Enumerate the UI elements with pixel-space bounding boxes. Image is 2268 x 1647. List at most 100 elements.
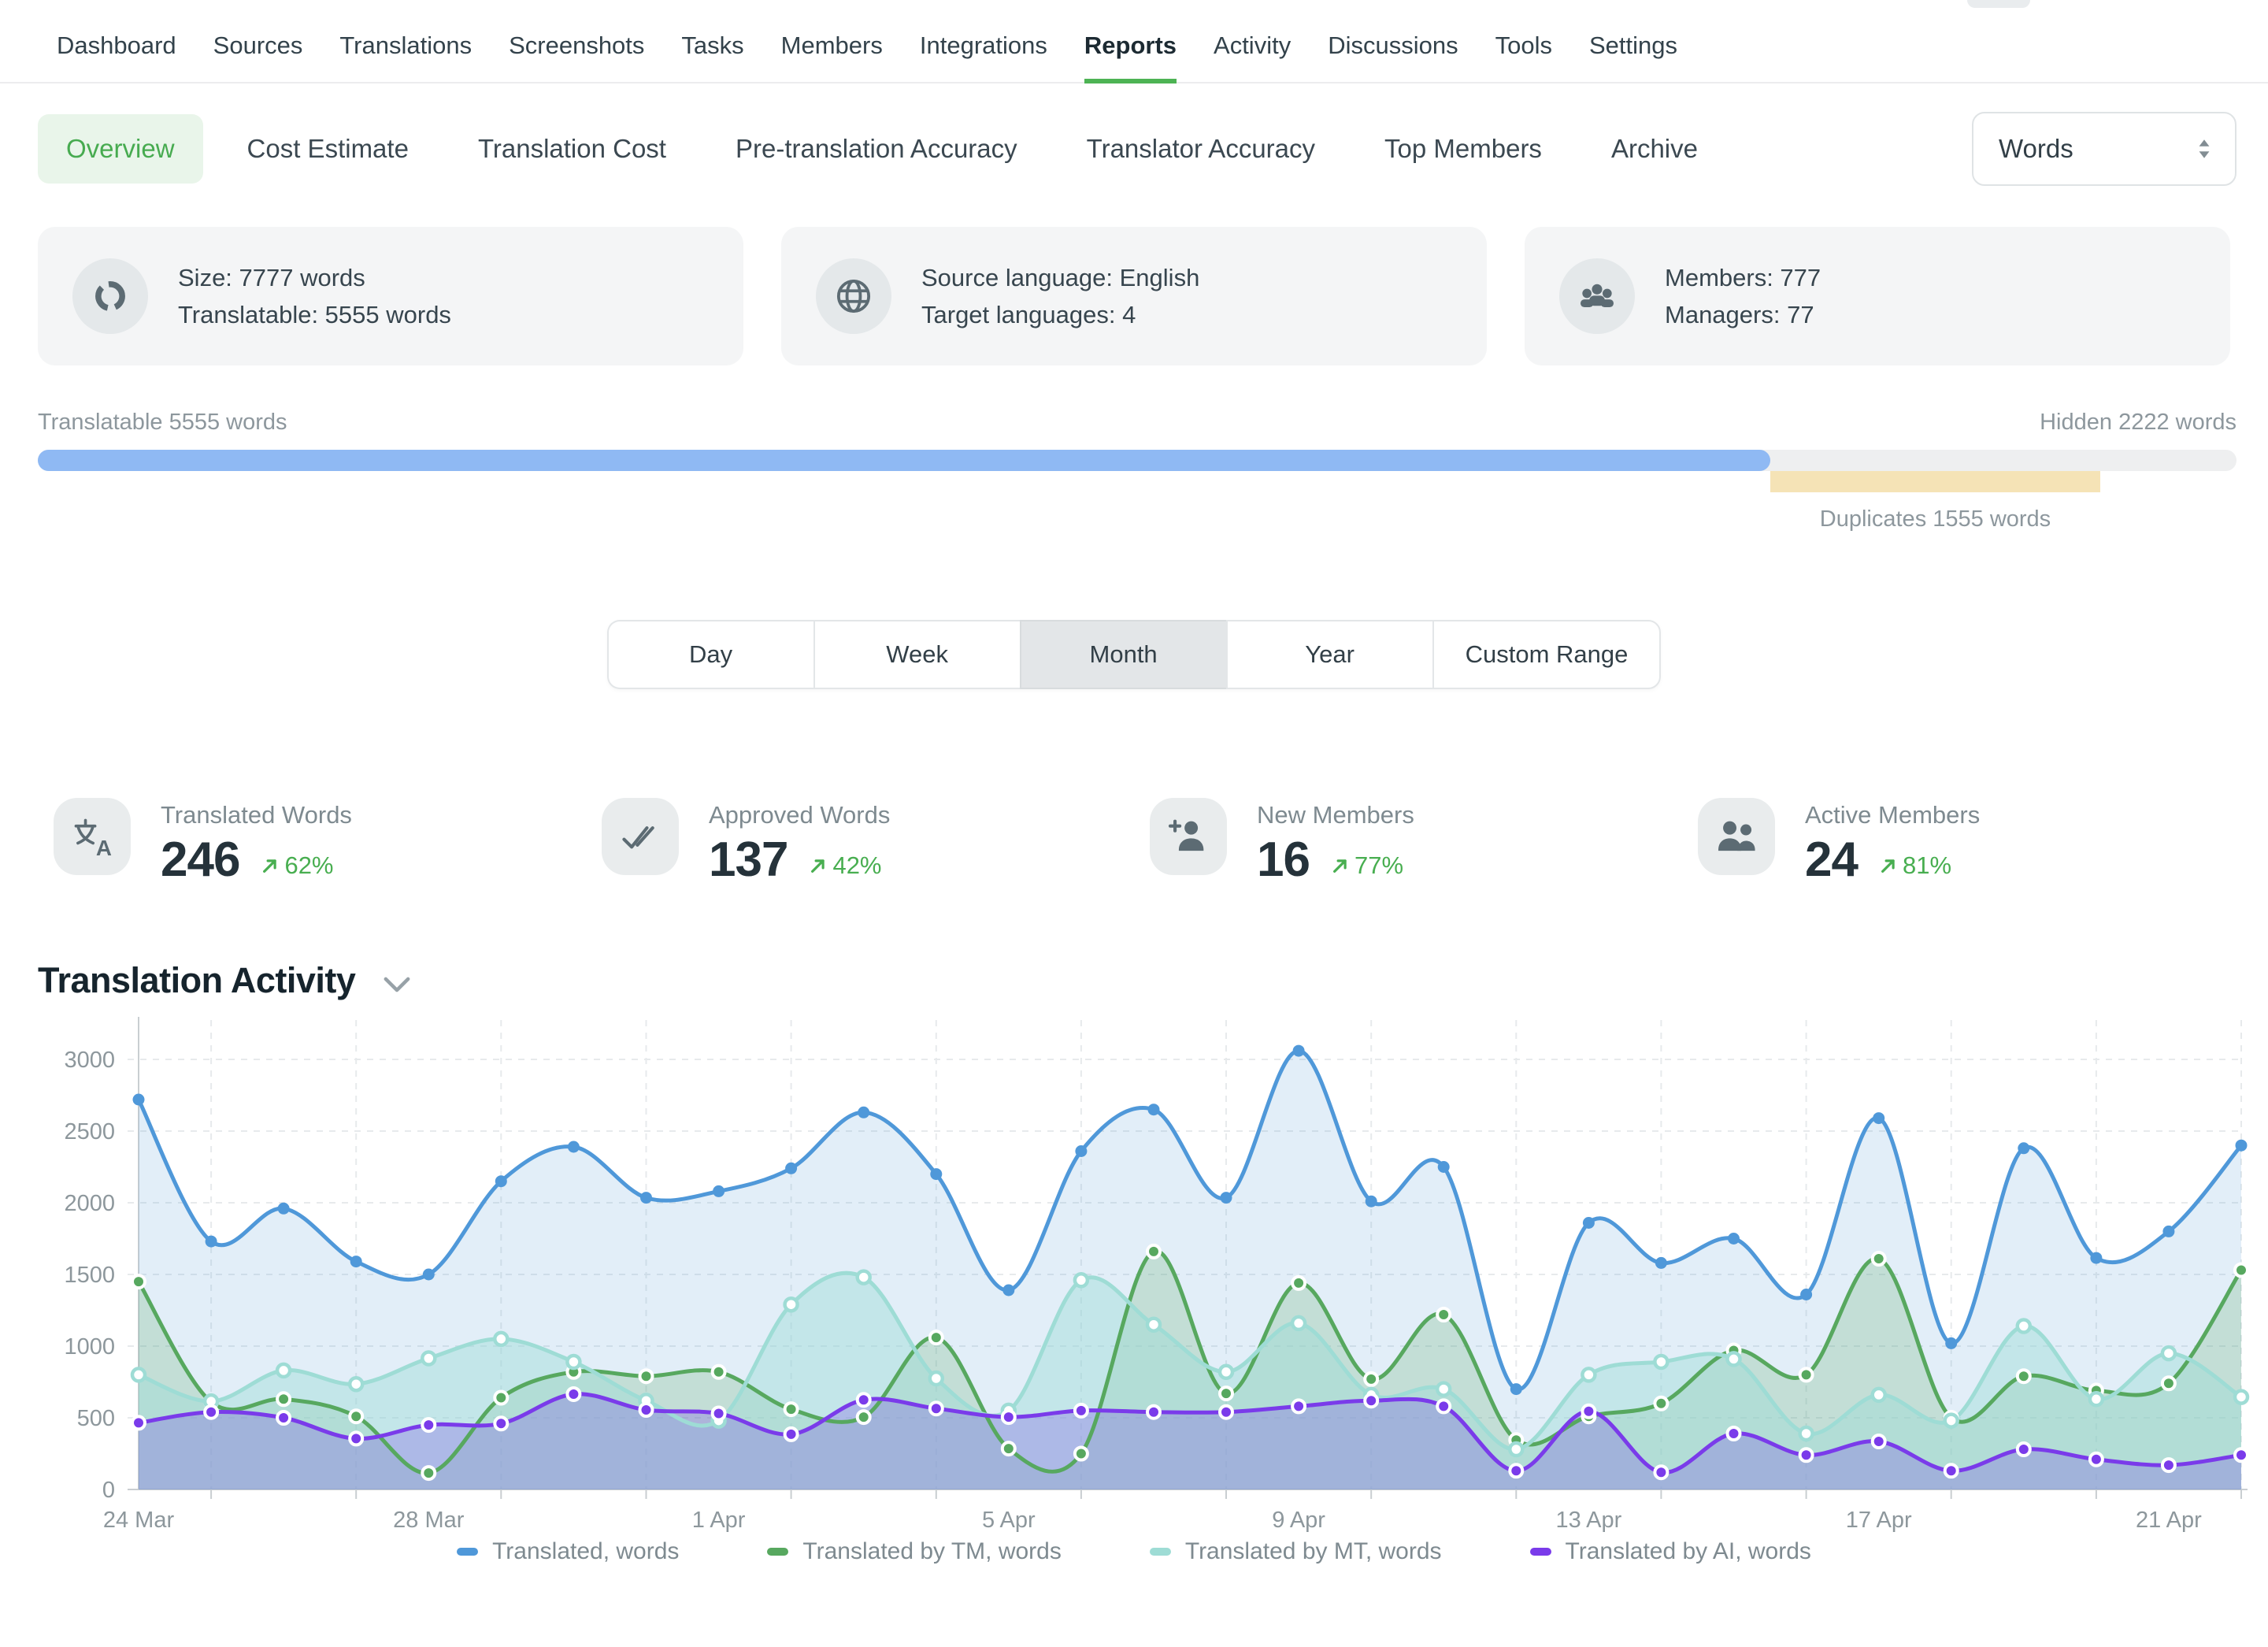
data-point[interactable]: [1728, 1233, 1740, 1245]
data-point[interactable]: [1220, 1366, 1232, 1378]
data-point[interactable]: [713, 1185, 724, 1197]
data-point[interactable]: [930, 1402, 943, 1415]
data-point[interactable]: [1292, 1400, 1305, 1412]
data-point[interactable]: [1655, 1356, 1667, 1368]
data-point[interactable]: [1655, 1466, 1667, 1478]
data-point[interactable]: [1873, 1435, 1885, 1448]
nav-item-sources[interactable]: Sources: [213, 32, 303, 83]
translation-activity-svg[interactable]: 05001000150020002500300024 Mar28 Mar1 Ap…: [0, 1007, 2268, 1537]
data-point[interactable]: [1510, 1464, 1522, 1477]
translatable-segment[interactable]: [38, 450, 1770, 471]
report-tab-translator-accuracy[interactable]: Translator Accuracy: [1087, 114, 1315, 184]
data-point[interactable]: [1655, 1257, 1667, 1269]
data-point[interactable]: [930, 1372, 943, 1385]
duplicates-segment[interactable]: [1770, 471, 2100, 492]
data-point[interactable]: [1147, 1245, 1160, 1258]
data-point[interactable]: [1220, 1387, 1232, 1400]
data-point[interactable]: [567, 1388, 580, 1400]
data-point[interactable]: [1366, 1196, 1377, 1207]
data-point[interactable]: [2018, 1142, 2029, 1154]
data-point[interactable]: [350, 1256, 362, 1267]
data-point[interactable]: [1292, 1277, 1305, 1289]
data-point[interactable]: [713, 1366, 725, 1378]
report-tab-cost-estimate[interactable]: Cost Estimate: [247, 114, 409, 184]
data-point[interactable]: [785, 1298, 798, 1311]
data-point[interactable]: [1655, 1397, 1667, 1410]
data-point[interactable]: [495, 1392, 507, 1404]
data-point[interactable]: [1583, 1217, 1595, 1229]
nav-item-translations[interactable]: Translations: [339, 32, 472, 83]
data-point[interactable]: [132, 1275, 145, 1288]
nav-item-tasks[interactable]: Tasks: [681, 32, 743, 83]
nav-item-integrations[interactable]: Integrations: [920, 32, 1047, 83]
nav-item-screenshots[interactable]: Screenshots: [509, 32, 644, 83]
translation-activity-chart[interactable]: 05001000150020002500300024 Mar28 Mar1 Ap…: [0, 1007, 2268, 1565]
report-tab-pre-translation-accuracy[interactable]: Pre-translation Accuracy: [736, 114, 1017, 184]
data-point[interactable]: [1800, 1427, 1813, 1440]
data-point[interactable]: [640, 1404, 653, 1416]
nav-item-activity[interactable]: Activity: [1214, 32, 1291, 83]
data-point[interactable]: [1002, 1411, 1015, 1423]
report-unit-select[interactable]: Words: [1972, 112, 2236, 186]
nav-item-members[interactable]: Members: [781, 32, 883, 83]
data-point[interactable]: [2018, 1320, 2030, 1333]
data-point[interactable]: [1365, 1394, 1377, 1407]
data-point[interactable]: [2162, 1459, 2175, 1471]
data-point[interactable]: [2236, 1140, 2248, 1152]
data-point[interactable]: [1075, 1145, 1087, 1157]
data-point[interactable]: [495, 1175, 507, 1187]
data-point[interactable]: [133, 1094, 145, 1106]
legend-item-translated-by-ai-words[interactable]: Translated by AI, words: [1530, 1538, 1811, 1565]
data-point[interactable]: [568, 1141, 580, 1153]
data-point[interactable]: [930, 1331, 943, 1344]
data-point[interactable]: [1510, 1443, 1522, 1456]
data-point[interactable]: [1510, 1383, 1522, 1395]
data-point[interactable]: [930, 1168, 942, 1180]
data-point[interactable]: [1945, 1415, 1958, 1427]
data-point[interactable]: [2235, 1264, 2248, 1277]
data-point[interactable]: [1873, 1112, 1884, 1124]
data-point[interactable]: [1437, 1383, 1450, 1396]
data-point[interactable]: [2090, 1252, 2102, 1264]
data-point[interactable]: [858, 1271, 870, 1284]
data-point[interactable]: [422, 1352, 435, 1365]
data-point[interactable]: [858, 1393, 870, 1406]
nav-item-reports[interactable]: Reports: [1084, 32, 1177, 83]
nav-item-tools[interactable]: Tools: [1495, 32, 1552, 83]
data-point[interactable]: [1437, 1400, 1450, 1412]
report-tab-archive[interactable]: Archive: [1611, 114, 1698, 184]
data-point[interactable]: [350, 1378, 362, 1390]
chevron-down-icon[interactable]: [384, 976, 410, 993]
data-point[interactable]: [1075, 1404, 1088, 1417]
nav-item-dashboard[interactable]: Dashboard: [57, 32, 176, 83]
data-point[interactable]: [277, 1411, 290, 1424]
data-point[interactable]: [2090, 1393, 2103, 1405]
data-point[interactable]: [2162, 1347, 2175, 1360]
data-point[interactable]: [1945, 1464, 1958, 1477]
data-point[interactable]: [1075, 1274, 1088, 1286]
data-point[interactable]: [350, 1432, 362, 1445]
data-point[interactable]: [785, 1163, 797, 1174]
data-point[interactable]: [350, 1410, 362, 1423]
data-point[interactable]: [2018, 1370, 2030, 1382]
data-point[interactable]: [1292, 1317, 1305, 1330]
data-point[interactable]: [206, 1236, 217, 1248]
data-point[interactable]: [1437, 1308, 1450, 1321]
data-point[interactable]: [1800, 1289, 1812, 1300]
data-point[interactable]: [713, 1408, 725, 1420]
data-point[interactable]: [2235, 1449, 2248, 1461]
nav-item-discussions[interactable]: Discussions: [1328, 32, 1458, 83]
data-point[interactable]: [1945, 1337, 1957, 1349]
legend-item-translated-words[interactable]: Translated, words: [457, 1538, 679, 1565]
chart-canvas[interactable]: 05001000150020002500300024 Mar28 Mar1 Ap…: [0, 1007, 2268, 1537]
data-point[interactable]: [858, 1411, 870, 1423]
data-point[interactable]: [1221, 1192, 1232, 1204]
data-point[interactable]: [1873, 1389, 1885, 1401]
data-point[interactable]: [640, 1192, 652, 1204]
data-point[interactable]: [2162, 1377, 2175, 1389]
data-point[interactable]: [640, 1370, 653, 1382]
data-point[interactable]: [1148, 1104, 1160, 1115]
data-point[interactable]: [858, 1107, 869, 1118]
data-point[interactable]: [1293, 1045, 1305, 1057]
legend-item-translated-by-mt-words[interactable]: Translated by MT, words: [1150, 1538, 1442, 1565]
